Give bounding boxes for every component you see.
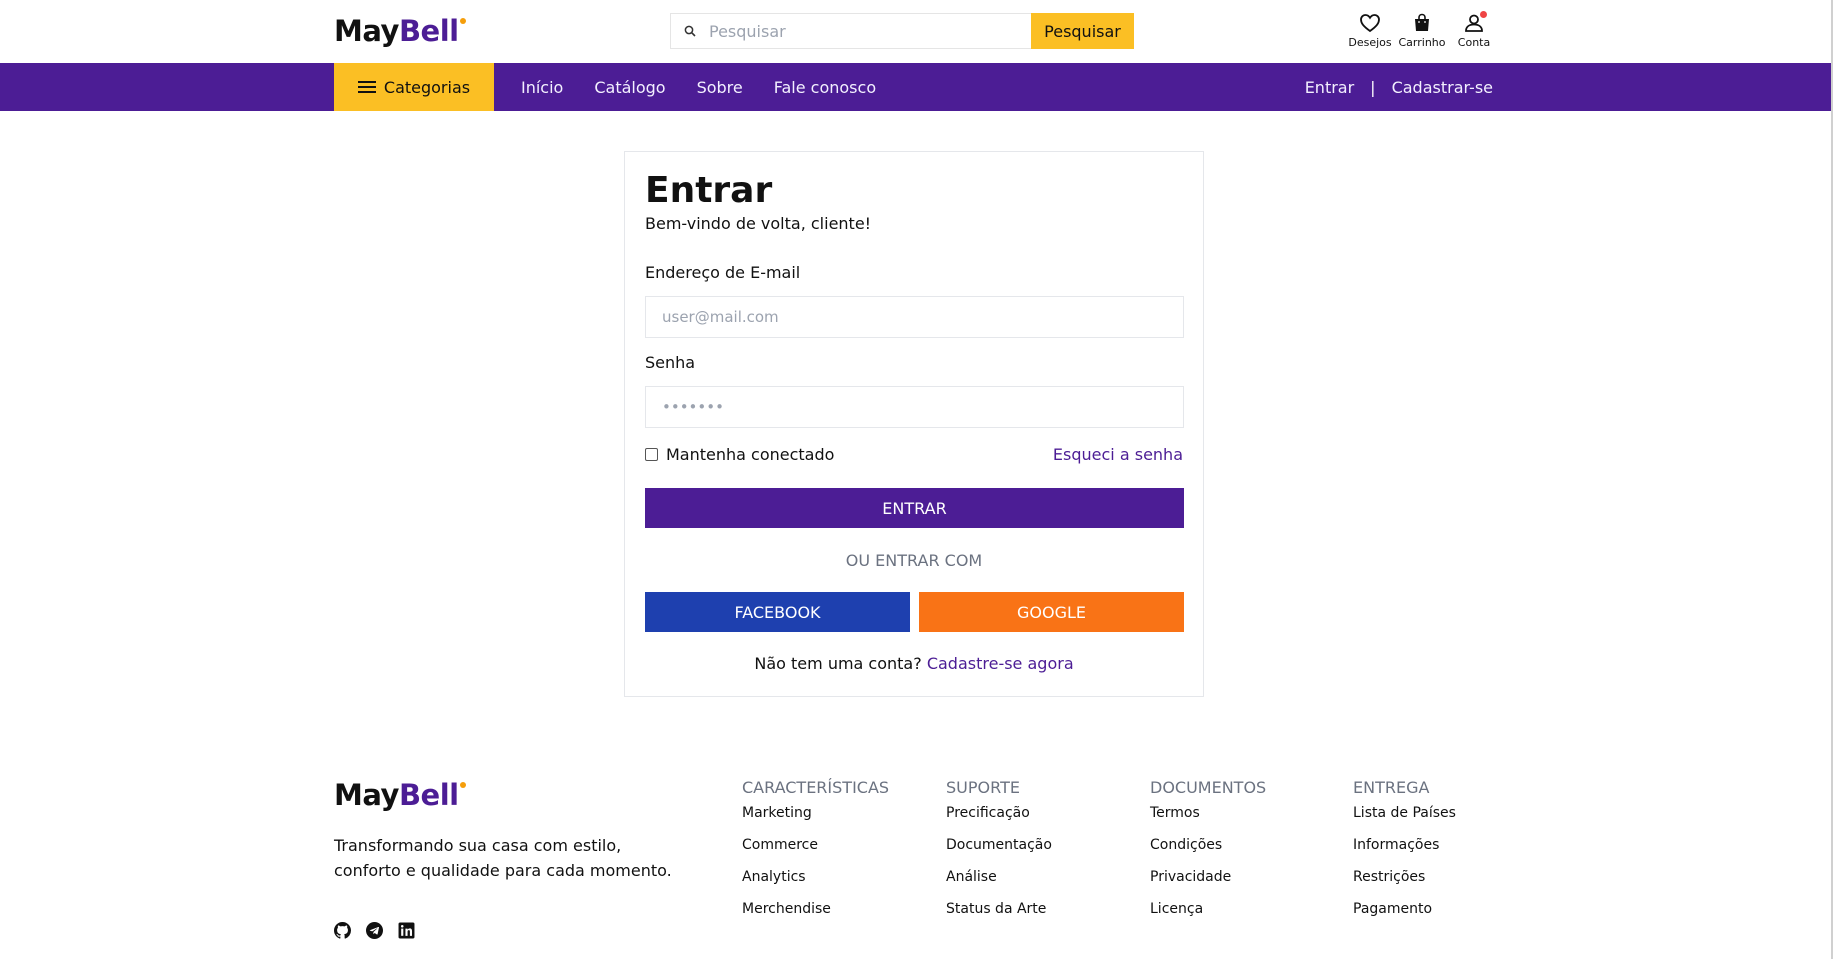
footer-column-documentos: DOCUMENTOS Termos Condições Privacidade … [1150,778,1266,932]
categories-button[interactable]: Categorias [334,63,494,111]
footer-link[interactable]: Condições [1150,836,1266,868]
account-label: Conta [1457,36,1491,49]
footer-brand-name-part2: Bell [398,778,459,812]
menu-icon [357,81,376,93]
categories-label: Categorias [383,77,471,97]
cart-label: Carrinho [1398,36,1446,49]
footer-brand-dot [459,782,466,788]
password-label: Senha [645,353,696,372]
footer-column-suporte: SUPORTE Precificação Documentação Anális… [946,778,1052,932]
footer-link[interactable]: Commerce [742,836,889,868]
nav-links: Início Catálogo Sobre Fale conosco [521,63,876,111]
footer-column-title: ENTREGA [1353,778,1430,797]
account-link[interactable]: Conta [1448,11,1500,49]
footer-link[interactable]: Privacidade [1150,868,1266,900]
cart-link[interactable]: Carrinho [1396,11,1448,49]
shopping-bag-icon [1415,13,1429,31]
footer-column-title: CARACTERÍSTICAS [742,778,890,797]
wishlist-label: Desejos [1348,36,1392,49]
nav-register-link[interactable]: Cadastrar-se [1392,78,1493,97]
social-links [334,922,415,939]
welcome-text: Bem-vindo de volta, cliente! [645,214,872,233]
nav-link-catalogo[interactable]: Catálogo [594,78,665,97]
footer-link[interactable]: Marketing [742,804,889,836]
login-title: Entrar [645,170,773,211]
signup-prompt: Não tem uma conta? Cadastre-se agora [625,654,1203,673]
forgot-password-link[interactable]: Esqueci a senha [1053,445,1183,464]
facebook-login-button[interactable]: FACEBOOK [645,592,910,632]
email-field[interactable] [645,296,1184,338]
footer-link[interactable]: Informações [1353,836,1456,868]
site-header: MayBell Pesquisar Desejos Carrinho Conta [0,0,1831,63]
footer-link[interactable]: Restrições [1353,868,1456,900]
remember-me[interactable]: Mantenha conectado [645,445,834,464]
github-icon[interactable] [334,922,351,939]
nav-link-fale-conosco[interactable]: Fale conosco [774,78,876,97]
brand-name-part1: May [334,14,399,48]
login-card: Entrar Bem-vindo de volta, cliente! Ende… [624,151,1204,697]
footer-link[interactable]: Termos [1150,804,1266,836]
linkedin-icon[interactable] [398,922,415,939]
footer-column-title: DOCUMENTOS [1150,778,1267,797]
footer-column-caracteristicas: CARACTERÍSTICAS Marketing Commerce Analy… [742,778,889,932]
or-login-with-text: OU ENTRAR COM [845,551,983,570]
main-nav: Categorias Início Catálogo Sobre Fale co… [0,63,1831,111]
heart-icon [1360,14,1380,33]
login-submit-button[interactable]: ENTRAR [645,488,1184,528]
brand-dot [459,18,466,24]
nav-link-inicio[interactable]: Início [521,78,563,97]
nav-auth: Entrar | Cadastrar-se [1305,63,1493,111]
search-button[interactable]: Pesquisar [1031,13,1134,49]
brand-name-part2: Bell [398,14,459,48]
footer-link[interactable]: Documentação [946,836,1052,868]
search-input[interactable] [709,21,1009,41]
remember-label: Mantenha conectado [666,445,835,464]
footer-brand-name-part1: May [334,778,399,812]
password-field[interactable] [645,386,1184,428]
footer-link[interactable]: Pagamento [1353,900,1456,932]
google-login-button[interactable]: GOOGLE [919,592,1184,632]
header-icons: Desejos Carrinho Conta [1344,11,1500,49]
brand-logo[interactable]: MayBell [334,14,466,48]
signup-link[interactable]: Cadastre-se agora [927,654,1074,673]
footer-link[interactable]: Merchendise [742,900,889,932]
nav-link-sobre[interactable]: Sobre [697,78,743,97]
footer-column-title: SUPORTE [946,778,1020,797]
footer-link[interactable]: Analytics [742,868,889,900]
no-account-text: Não tem uma conta? [754,654,922,673]
telegram-icon[interactable] [366,922,383,939]
notification-dot [1480,11,1487,18]
wishlist-link[interactable]: Desejos [1344,11,1396,49]
footer-link[interactable]: Lista de Países [1353,804,1456,836]
footer-link[interactable]: Análise [946,868,1052,900]
footer-tagline: Transformando sua casa com estilo, confo… [334,836,672,880]
footer-link[interactable]: Licença [1150,900,1266,932]
email-label: Endereço de E-mail [645,263,801,282]
footer-logo[interactable]: MayBell [334,778,466,812]
footer-link[interactable]: Status da Arte [946,900,1052,932]
footer-link[interactable]: Precificação [946,804,1052,836]
search-box [670,13,1034,49]
search-icon [684,25,696,37]
footer-column-entrega: ENTREGA Lista de Países Informações Rest… [1353,778,1456,932]
nav-login-link[interactable]: Entrar [1305,78,1354,97]
remember-checkbox[interactable] [645,448,658,461]
nav-separator: | [1370,77,1376,97]
